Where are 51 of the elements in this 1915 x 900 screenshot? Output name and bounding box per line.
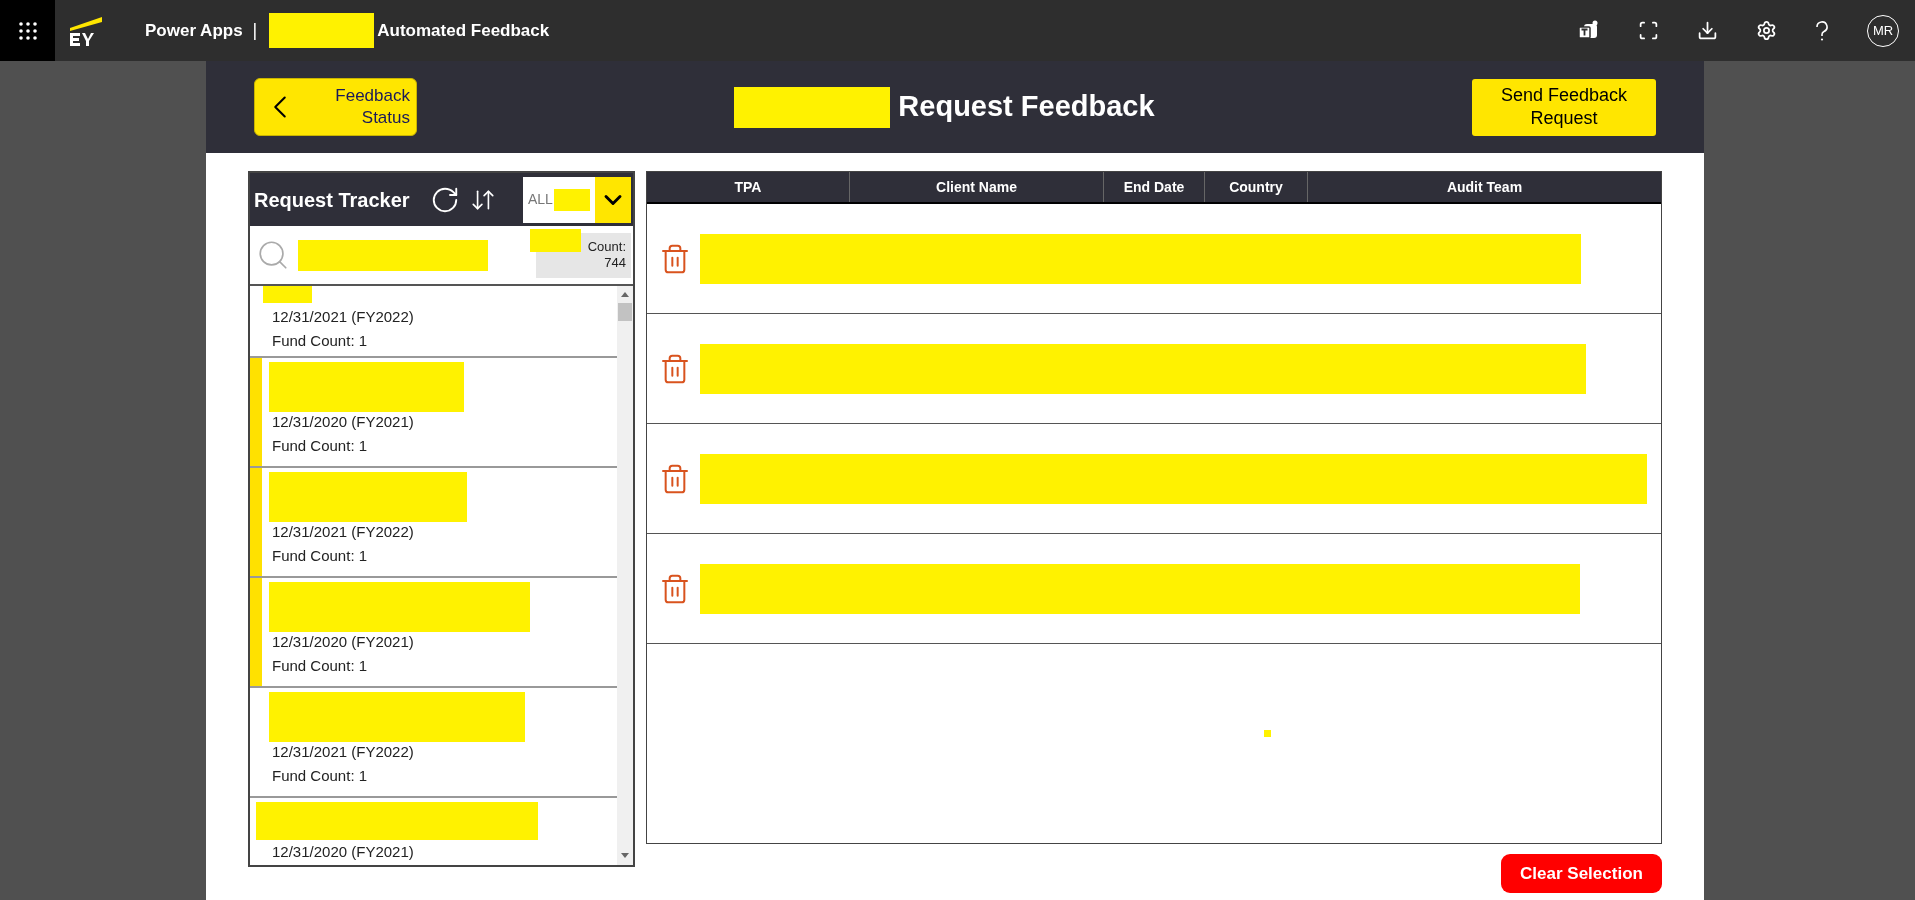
download-icon[interactable]	[1697, 20, 1718, 41]
fit-screen-icon[interactable]	[1638, 20, 1659, 41]
app-launcher-icon[interactable]	[0, 0, 55, 61]
column-header: Country	[1205, 172, 1308, 202]
tracker-item-text: Fund Count: 1	[272, 656, 369, 676]
redaction-block	[1264, 730, 1271, 737]
redaction-block	[263, 286, 312, 303]
tracker-item-text: 12/31/2021 (FY2022)	[272, 742, 415, 762]
title-separator: |	[252, 19, 258, 42]
page-title: Request Feedback	[898, 89, 1155, 125]
count-value: 744	[604, 255, 626, 271]
delete-icon[interactable]	[659, 352, 691, 385]
tracker-item-text: 12/31/2021 (FY2022)	[272, 307, 414, 327]
tracker-item[interactable]: 12/31/2021 (FY2022) Fund Count: 1	[250, 688, 617, 798]
column-header: TPA	[647, 172, 850, 202]
back-button[interactable]: Feedback Status	[254, 78, 417, 136]
count-label: Count:	[587, 239, 626, 255]
tracker-item[interactable]: 12/31/2020 (FY2021)	[250, 798, 617, 865]
tracker-item-text: Fund Count: 1	[272, 546, 369, 566]
redaction-block	[529, 228, 581, 252]
app-title: Automated Feedback	[377, 19, 550, 42]
search-icon[interactable]	[256, 238, 290, 272]
tracker-item-text: 12/31/2020 (FY2021)	[272, 632, 415, 652]
tracker-item[interactable]: 12/31/2021 (FY2022) Fund Count: 1	[250, 286, 617, 358]
tracker-item-text: 12/31/2020 (FY2021)	[272, 842, 415, 862]
clear-selection-button[interactable]: Clear Selection	[1501, 854, 1662, 893]
tracker-item[interactable]: 12/31/2020 (FY2021) Fund Count: 1	[250, 578, 617, 688]
scroll-thumb[interactable]	[618, 303, 632, 321]
send-request-button[interactable]: Send Feedback Request	[1472, 78, 1656, 136]
column-header: Audit Team	[1445, 177, 1524, 197]
tracker-item[interactable]: 12/31/2020 (FY2021) Fund Count: 1	[250, 358, 617, 468]
tracker-item-text: Fund Count: 1	[272, 331, 369, 351]
tracker-item-text: 12/31/2021 (FY2022)	[272, 522, 415, 542]
redaction-block	[553, 188, 590, 211]
help-icon[interactable]	[1815, 20, 1829, 41]
tracker-item-text: Fund Count: 1	[272, 766, 369, 786]
tracker-item-text: 12/31/2020 (FY2021)	[272, 412, 415, 432]
delete-icon[interactable]	[659, 462, 691, 495]
scrollbar[interactable]	[617, 286, 633, 865]
app-name: Power Apps	[145, 19, 243, 42]
settings-icon[interactable]	[1756, 20, 1777, 41]
delete-icon[interactable]	[659, 572, 691, 605]
scroll-up-icon[interactable]	[621, 292, 629, 297]
column-header: Client Name	[850, 172, 1104, 202]
tracker-title: Request Tracker	[254, 187, 410, 213]
column-header: End Date	[1104, 172, 1205, 202]
filter-dropdown[interactable]: ALL	[523, 176, 631, 223]
delete-icon[interactable]	[659, 242, 691, 275]
scroll-down-icon[interactable]	[621, 853, 629, 858]
tracker-item[interactable]: 12/31/2021 (FY2022) Fund Count: 1	[250, 468, 617, 578]
tracker-item-text: Fund Count: 1	[272, 436, 369, 456]
